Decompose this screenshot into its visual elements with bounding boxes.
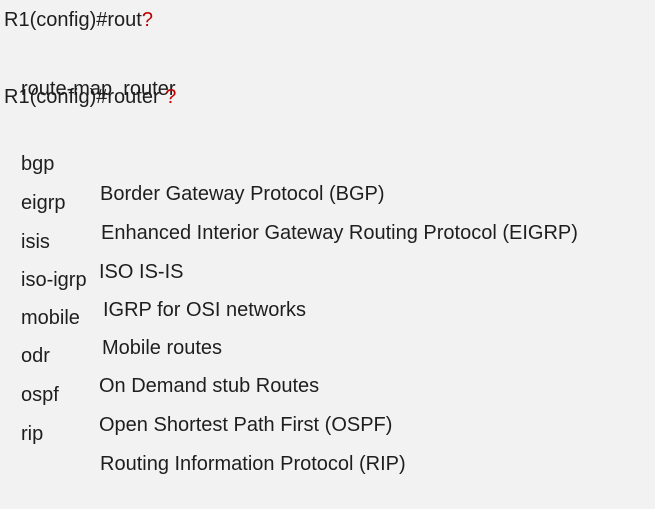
terminal-output: R1(config)#rout? route-map router R1(con… xyxy=(0,0,655,475)
command-keyword: rip xyxy=(21,423,44,445)
command-keyword: odr xyxy=(21,345,50,367)
command-description: Open Shortest Path First (OSPF) xyxy=(99,414,393,436)
command-keyword: eigrp xyxy=(21,192,66,214)
command-keyword: bgp xyxy=(21,153,55,175)
command-keyword: ospf xyxy=(21,384,59,406)
cli-input: router xyxy=(107,86,166,108)
cli-prompt: R1(config)# xyxy=(4,9,108,31)
command-keyword: iso-igrp xyxy=(21,269,87,291)
prompt-line-2: R1(config)#router ? xyxy=(4,82,176,112)
cli-prompt: R1(config)# xyxy=(4,86,108,108)
command-description: ISO IS-IS xyxy=(99,261,184,283)
command-description: Border Gateway Protocol (BGP) xyxy=(100,183,385,205)
command-description: Enhanced Interior Gateway Routing Protoc… xyxy=(101,222,578,244)
help-row-isis: isis ISO IS-IS xyxy=(0,197,183,283)
command-description: Routing Information Protocol (RIP) xyxy=(100,453,406,475)
help-row-bgp: bgp Border Gateway Protocol (BGP) xyxy=(0,119,385,205)
command-keyword: isis xyxy=(21,231,50,253)
cli-input: rout xyxy=(107,9,142,31)
completion-line: route-map router xyxy=(0,44,176,100)
help-row-eigrp: eigrp Enhanced Interior Gateway Routing … xyxy=(0,158,578,244)
help-row-rip: rip Routing Information Protocol (RIP) xyxy=(0,389,406,475)
command-keyword: mobile xyxy=(21,307,80,329)
command-description: Mobile routes xyxy=(102,337,223,359)
prompt-line-1: R1(config)#rout? xyxy=(4,5,153,35)
help-question-mark: ? xyxy=(165,86,177,108)
command-description: On Demand stub Routes xyxy=(99,375,320,397)
help-row-iso-igrp: iso-igrp IGRP for OSI networks xyxy=(0,235,306,321)
command-description: IGRP for OSI networks xyxy=(103,299,307,321)
help-question-mark: ? xyxy=(141,9,153,31)
help-row-ospf: ospf Open Shortest Path First (OSPF) xyxy=(0,350,392,436)
help-row-mobile: mobile Mobile routes xyxy=(0,273,222,359)
help-row-odr: odr On Demand stub Routes xyxy=(0,311,319,397)
